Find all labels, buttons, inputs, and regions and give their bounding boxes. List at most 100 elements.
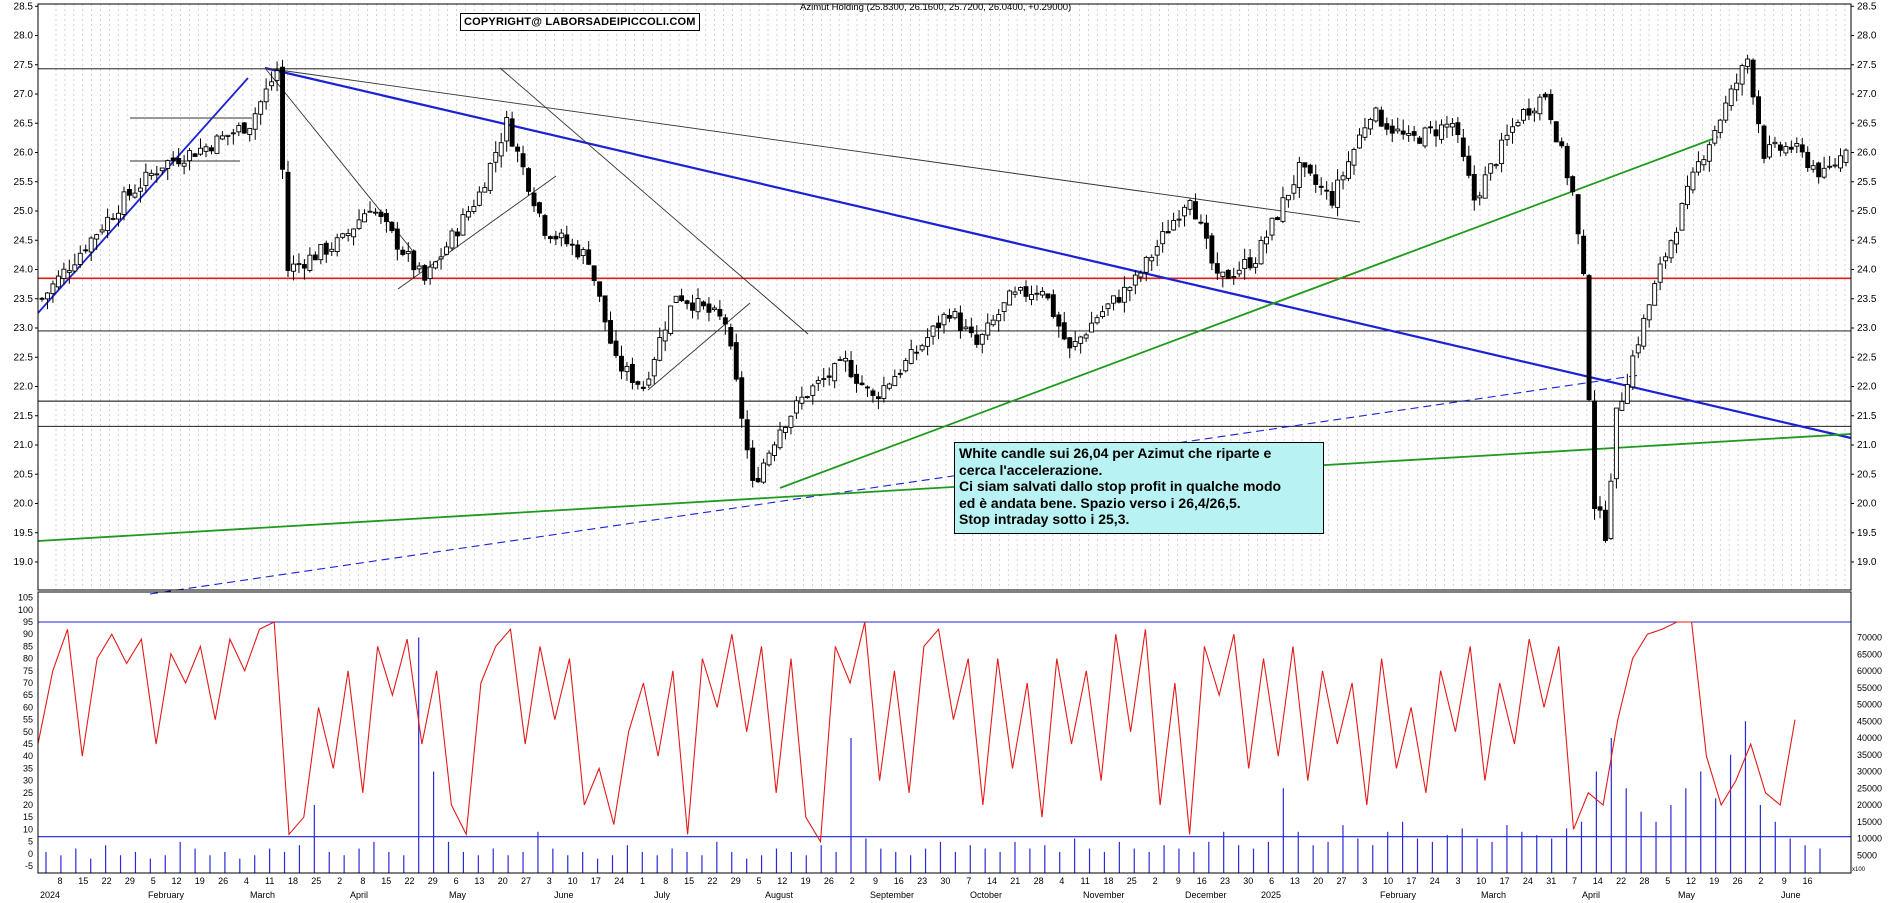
note-line: Ci siam salvati dallo stop profit in qua… bbox=[959, 478, 1282, 494]
stock-chart: 19.0 19.0 19.5 19.5 20.0 20.0 20.5 20.5 21.0 21.0… bbox=[14, 1, 1883, 900]
candle-body bbox=[1225, 269, 1231, 280]
candle-body bbox=[318, 243, 324, 261]
candle-body bbox=[1335, 179, 1341, 208]
month-label: May bbox=[449, 890, 467, 900]
candle-body bbox=[1089, 322, 1095, 333]
candle-body bbox=[323, 242, 329, 255]
candle-body bbox=[897, 372, 903, 375]
candle-body bbox=[1624, 383, 1630, 404]
candle-body bbox=[881, 385, 887, 399]
price-tick-right: 28.5 bbox=[1857, 1, 1877, 12]
candle-body bbox=[903, 360, 909, 372]
candle-body bbox=[925, 337, 931, 347]
candle-body bbox=[613, 340, 619, 356]
volume-unit: x100 bbox=[1852, 867, 1866, 873]
candle-body bbox=[1389, 125, 1395, 134]
day-tick: 8 bbox=[663, 876, 668, 886]
candle-body bbox=[711, 307, 717, 311]
candle-body bbox=[1143, 256, 1149, 273]
day-tick: 8 bbox=[360, 876, 365, 886]
candle-body bbox=[1531, 110, 1537, 114]
candle-body bbox=[1296, 162, 1302, 188]
candle-body bbox=[1056, 314, 1062, 327]
candle-body bbox=[843, 357, 849, 362]
candle-body bbox=[886, 383, 892, 389]
month-label: November bbox=[1083, 890, 1125, 900]
volume-tick: 50000 bbox=[1857, 700, 1882, 710]
candle-body bbox=[83, 249, 89, 252]
candle-body bbox=[892, 376, 898, 387]
candle-body bbox=[1488, 163, 1494, 174]
candle-body bbox=[575, 244, 581, 258]
day-tick: 5 bbox=[756, 876, 761, 886]
candle-body bbox=[766, 452, 772, 466]
month-label: December bbox=[1185, 890, 1227, 900]
candle-body bbox=[1674, 231, 1679, 245]
candle-body bbox=[362, 213, 367, 223]
price-tick-left: 22.0 bbox=[14, 382, 34, 393]
candle-body bbox=[1029, 294, 1034, 300]
candle-body bbox=[854, 373, 859, 384]
note-line: White candle sui 26,04 per Azimut che ri… bbox=[959, 445, 1272, 461]
candle-body bbox=[1761, 125, 1767, 159]
candle-body bbox=[1149, 256, 1155, 262]
candle-body bbox=[985, 322, 991, 336]
candle-body bbox=[1236, 269, 1242, 275]
price-tick-right: 24.5 bbox=[1857, 235, 1877, 246]
price-tick-right: 22.0 bbox=[1857, 382, 1877, 393]
candle-body bbox=[110, 217, 116, 220]
candle-body bbox=[291, 263, 296, 272]
candle-body bbox=[389, 221, 395, 232]
candle-body bbox=[564, 234, 570, 245]
candle-body bbox=[990, 319, 996, 326]
price-tick-right: 26.5 bbox=[1857, 118, 1877, 129]
oscillator-tick: 45 bbox=[23, 739, 33, 749]
candle-body bbox=[460, 214, 466, 236]
candle-body bbox=[1777, 144, 1783, 151]
candle-body bbox=[1482, 174, 1488, 199]
candle-body bbox=[334, 237, 340, 252]
day-tick: 30 bbox=[1243, 876, 1253, 886]
candle-body bbox=[837, 359, 843, 361]
candle-body bbox=[1406, 133, 1412, 136]
candle-body bbox=[1439, 124, 1444, 140]
day-tick: 10 bbox=[1476, 876, 1486, 886]
copyright-badge: COPYRIGHT@ LABORSADEIPICCOLI.COM bbox=[460, 13, 700, 31]
candle-body bbox=[640, 386, 646, 389]
candle-body bbox=[1712, 130, 1718, 144]
day-tick: 6 bbox=[454, 876, 459, 886]
candle-body bbox=[285, 171, 291, 271]
candle-body bbox=[761, 462, 767, 483]
day-tick: 31 bbox=[1546, 876, 1556, 886]
candle-body bbox=[1460, 137, 1466, 157]
candle-body bbox=[1121, 286, 1127, 303]
price-tick-right: 25.0 bbox=[1857, 206, 1877, 217]
candle-body bbox=[586, 249, 592, 265]
candle-body bbox=[1072, 340, 1078, 347]
candle-body bbox=[225, 134, 231, 137]
price-tick-right: 25.5 bbox=[1857, 177, 1877, 188]
candle-body bbox=[875, 396, 881, 400]
day-tick: 2 bbox=[1153, 876, 1158, 886]
day-tick: 22 bbox=[102, 876, 112, 886]
candle-body bbox=[1258, 239, 1264, 265]
candle-body bbox=[919, 345, 925, 351]
candle-body bbox=[1264, 236, 1269, 245]
candle-body bbox=[1209, 235, 1215, 264]
candle-body bbox=[1799, 144, 1805, 153]
day-tick: 23 bbox=[1220, 876, 1230, 886]
candle-body bbox=[952, 311, 958, 319]
candle-body bbox=[1422, 127, 1428, 147]
candle-body bbox=[793, 400, 799, 414]
candle-body bbox=[405, 251, 411, 255]
day-tick: 17 bbox=[1500, 876, 1510, 886]
candle-body bbox=[280, 66, 285, 170]
day-tick: 26 bbox=[218, 876, 228, 886]
candle-body bbox=[1821, 167, 1827, 178]
oscillator-tick: 60 bbox=[23, 702, 33, 712]
candle-body bbox=[624, 365, 630, 373]
candle-body bbox=[1706, 144, 1712, 162]
day-tick: 25 bbox=[1127, 876, 1137, 886]
candle-body bbox=[941, 313, 947, 326]
day-tick: 17 bbox=[591, 876, 601, 886]
